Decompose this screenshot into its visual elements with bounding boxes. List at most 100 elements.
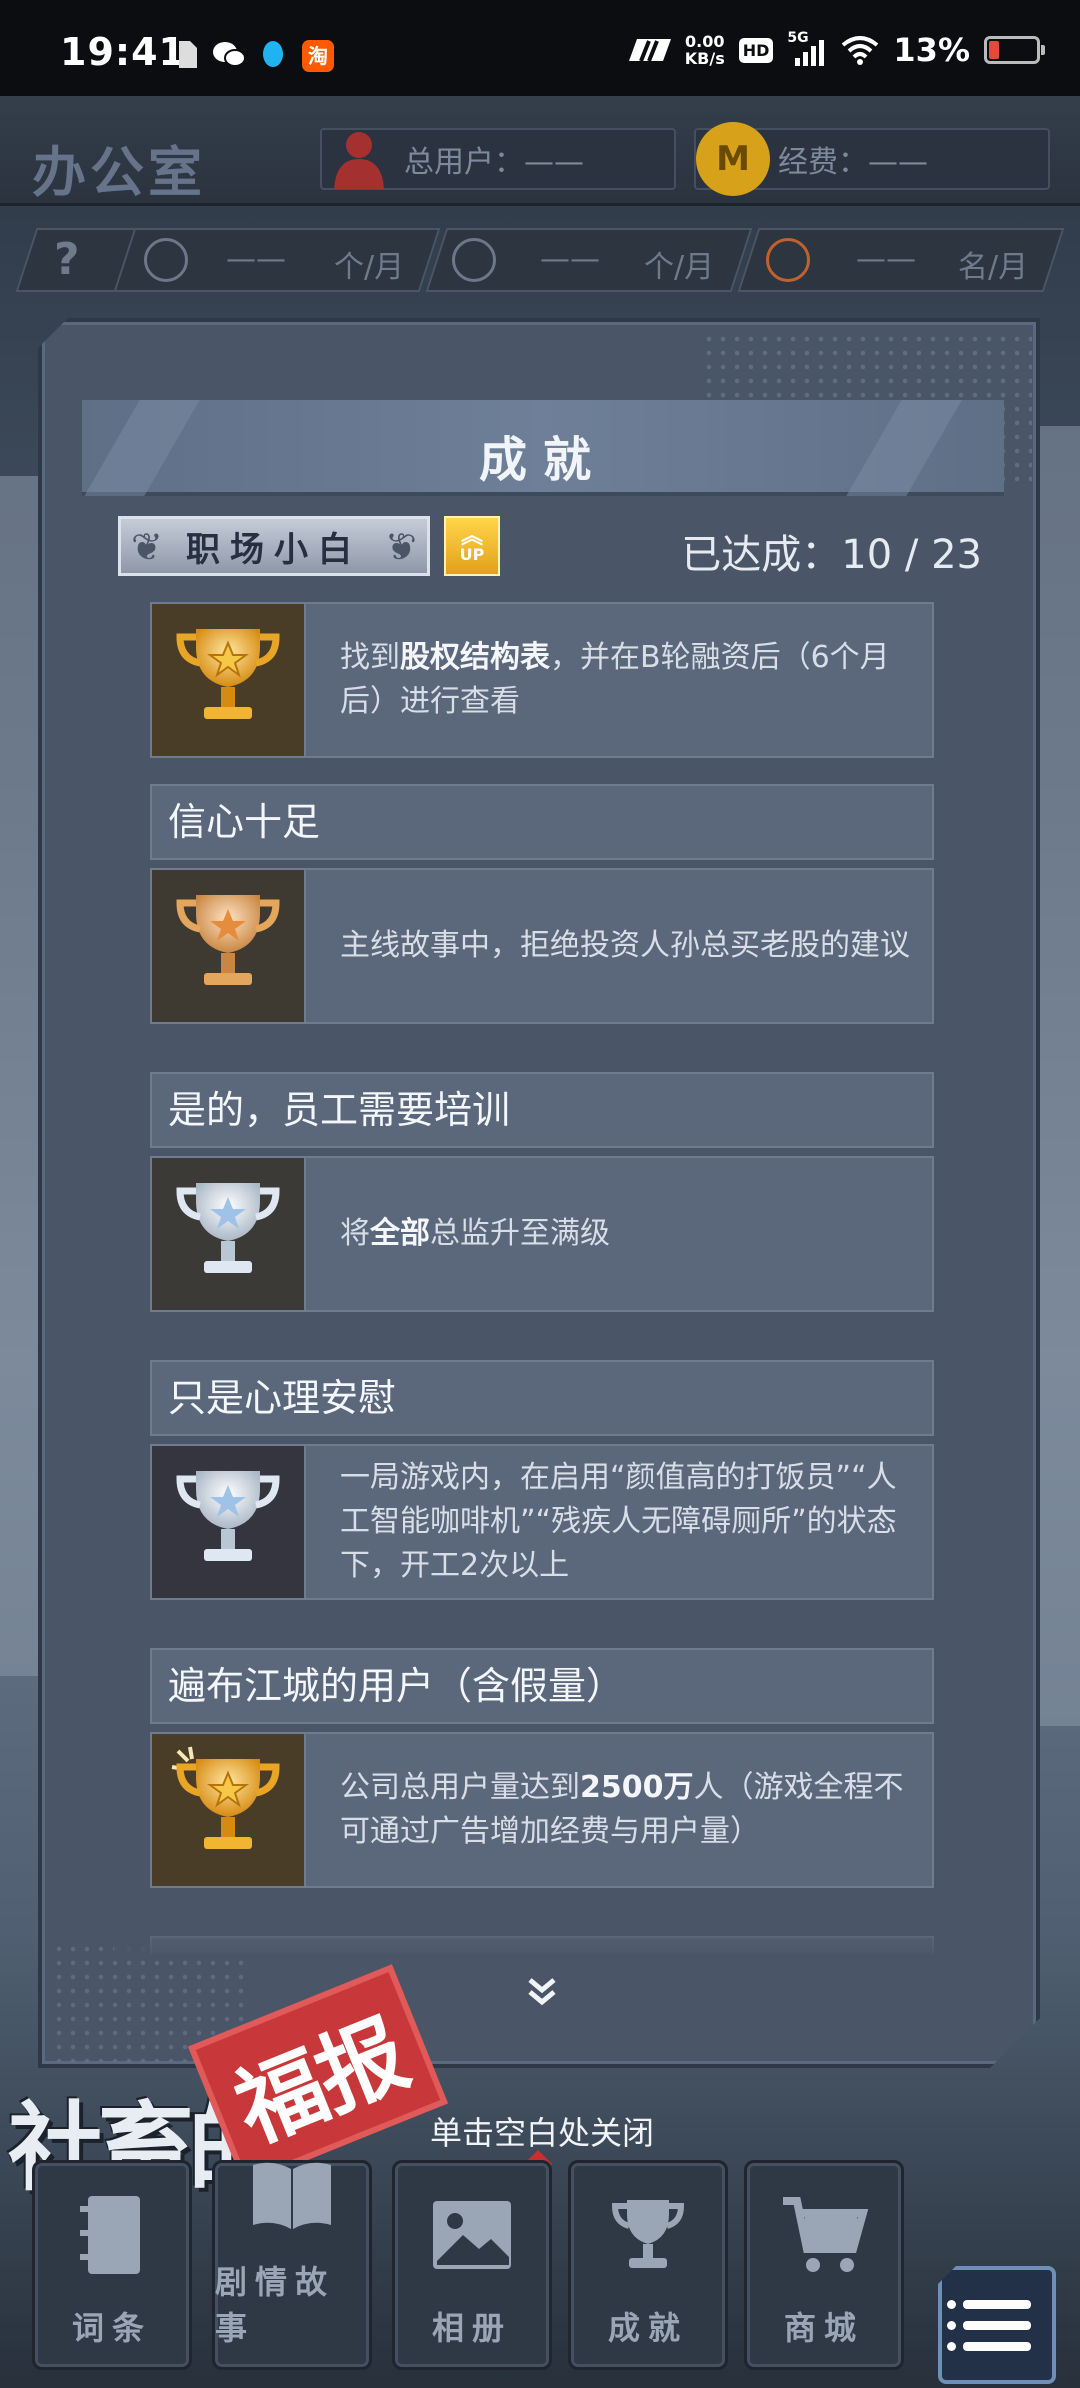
battery-percent: 13% bbox=[893, 31, 970, 69]
desc-text: 将 bbox=[340, 1216, 370, 1251]
achievement-item: 信心十足 主线故事中，拒绝投资人孙总买老股的建议 bbox=[150, 784, 934, 1024]
desc-text: 主线故事中，拒绝投资人孙总买老股的建议 bbox=[340, 928, 910, 963]
nav-achievements-button[interactable]: 成就 bbox=[568, 2160, 728, 2370]
achievement-title: 信心十足 bbox=[150, 784, 934, 860]
laurel-right-icon: ❦ bbox=[375, 525, 417, 569]
signal-icon: 5G bbox=[787, 30, 827, 66]
lightbulb-icon bbox=[144, 238, 188, 282]
menu-line bbox=[947, 2341, 1031, 2351]
status-time: 19:41 bbox=[60, 30, 186, 74]
trophy-gold-icon bbox=[152, 604, 306, 756]
achievement-progress: 已达成：10 / 23 bbox=[681, 522, 982, 580]
achievement-title: 只是心理安慰 bbox=[150, 1360, 934, 1436]
menu-button[interactable] bbox=[938, 2266, 1056, 2384]
achievement-description: 公司总用户量达到2500万人（游戏全程不可通过广告增加经费与用户量） bbox=[340, 1734, 912, 1886]
sim-icon bbox=[176, 40, 202, 70]
staff-rate-unit: 名/月 bbox=[958, 250, 1029, 285]
achievement-body: 主线故事中，拒绝投资人孙总买老股的建议 bbox=[150, 868, 934, 1024]
achievement-item: 是的，员工需要培训 将全部总监升至满级 bbox=[150, 1072, 934, 1312]
chevron-up-icon: ︽ bbox=[460, 524, 483, 549]
list-fade bbox=[114, 1910, 970, 1960]
trophy-icon bbox=[602, 2189, 694, 2281]
rank-up-button[interactable]: ︽ UP bbox=[444, 516, 500, 576]
progress-prefix: 已达成： bbox=[681, 532, 842, 578]
achievement-item: 只是心理安慰 一局游戏内，在启用“颜值高的打饭员”“人工智能咖啡机”“残疾人无障… bbox=[150, 1360, 934, 1600]
staff-rate-value: —— bbox=[856, 242, 916, 277]
status-bar: 19:41 淘 0.00 KB/s HD 5G 13% bbox=[0, 0, 1080, 96]
nav-label: 词条 bbox=[71, 2309, 152, 2347]
nav-album-button[interactable]: 相册 bbox=[392, 2160, 552, 2370]
rank-badge[interactable]: ❦ 职场小白 ❦ bbox=[118, 516, 430, 576]
total-users-stat[interactable]: 总用户：—— bbox=[320, 128, 676, 190]
wechat-icon bbox=[212, 40, 248, 70]
achievements-modal: 成就 ❦ 职场小白 ❦ ︽ UP 已达成：10 / 23 找到股权结构表，并在B… bbox=[38, 318, 1040, 2068]
tech-rate-unit: 个/月 bbox=[644, 250, 715, 285]
achievement-body: 将全部总监升至满级 bbox=[150, 1156, 934, 1312]
desc-text: 公司总用户量达到 bbox=[340, 1770, 580, 1805]
qq-icon bbox=[260, 40, 286, 70]
scroll-down-icon[interactable] bbox=[522, 1972, 562, 2012]
nav-shop-button[interactable]: 商城 bbox=[744, 2160, 904, 2370]
funds-coin-icon: M bbox=[696, 122, 770, 196]
menu-line bbox=[947, 2320, 1031, 2330]
carrier-icon bbox=[628, 39, 671, 62]
ideas-rate-unit: 个/月 bbox=[334, 250, 405, 285]
trophy-bronze-icon bbox=[152, 870, 306, 1022]
nav-story-button[interactable]: 剧情故事 bbox=[212, 2160, 372, 2370]
nav-label: 成就 bbox=[607, 2309, 688, 2347]
trophy-silver-icon bbox=[152, 1446, 306, 1598]
desc-highlight: 2500万 bbox=[580, 1770, 694, 1805]
desc-text: 找到 bbox=[340, 640, 400, 675]
taobao-icon: 淘 bbox=[302, 40, 334, 72]
hd-badge: HD bbox=[738, 37, 774, 63]
achievement-description: 找到股权结构表，并在B轮融资后（6个月后）进行查看 bbox=[340, 604, 912, 756]
desc-highlight: 股权结构表 bbox=[400, 640, 550, 675]
achievement-body: 一局游戏内，在启用“颜值高的打饭员”“人工智能咖啡机”“残疾人无障碍厕所”的状态… bbox=[150, 1444, 934, 1600]
progress-value: 10 / 23 bbox=[841, 532, 982, 578]
achievement-description: 主线故事中，拒绝投资人孙总买老股的建议 bbox=[340, 870, 912, 1022]
close-hint[interactable]: 单击空白处关闭 bbox=[430, 2108, 654, 2154]
wrench-icon bbox=[452, 238, 496, 282]
nav-entries-button[interactable]: 词条 bbox=[32, 2160, 192, 2370]
achievement-description: 将全部总监升至满级 bbox=[340, 1158, 912, 1310]
achievement-body: 找到股权结构表，并在B轮融资后（6个月后）进行查看 bbox=[150, 602, 934, 758]
office-rates-bar: ? —— 个/月 —— 个/月 —— 名/月 bbox=[0, 228, 1080, 292]
achievement-title: 遍布江城的用户（含假量） bbox=[150, 1648, 934, 1724]
nav-label: 商城 bbox=[783, 2309, 864, 2347]
trophy-silver-icon bbox=[152, 1158, 306, 1310]
modal-title: 成就 bbox=[478, 432, 607, 488]
achievement-item: 遍布江城的用户（含假量） 公司总用户量达到2500万人（游戏全程不可通过广告增加… bbox=[150, 1648, 934, 1888]
laurel-left-icon: ❦ bbox=[131, 525, 173, 569]
notebook-icon bbox=[66, 2189, 158, 2281]
up-label: UP bbox=[459, 545, 485, 564]
total-users-label: 总用户：—— bbox=[404, 145, 584, 180]
office-top-bar: 办公室 总用户：—— M 经费：—— bbox=[0, 96, 1080, 206]
help-icon[interactable]: ? bbox=[54, 234, 80, 285]
funds-stat[interactable]: M 经费：—— bbox=[694, 122, 1050, 196]
signal-label: 5G bbox=[787, 30, 809, 46]
network-speed-unit: KB/s bbox=[684, 49, 725, 68]
status-right: 0.00 KB/s HD 5G 13% bbox=[623, 30, 1045, 70]
desc-highlight: 全部 bbox=[370, 1216, 430, 1251]
achievement-list[interactable]: 找到股权结构表，并在B轮融资后（6个月后）进行查看 信心十足 主线故事中，拒绝投… bbox=[114, 602, 970, 1954]
funds-label: 经费：—— bbox=[778, 145, 928, 180]
achievement-item: 找到股权结构表，并在B轮融资后（6个月后）进行查看 bbox=[150, 602, 934, 758]
desc-text: 总监升至满级 bbox=[430, 1216, 610, 1251]
cart-icon bbox=[778, 2189, 870, 2281]
ideas-rate-value: —— bbox=[226, 242, 286, 277]
wifi-icon bbox=[842, 36, 879, 65]
tech-rate-value: —— bbox=[540, 242, 600, 277]
achievement-title: 是的，员工需要培训 bbox=[150, 1072, 934, 1148]
office-title: 办公室 bbox=[32, 141, 206, 204]
nav-label: 相册 bbox=[431, 2309, 512, 2347]
book-icon bbox=[246, 2155, 338, 2235]
trophy-gold-icon bbox=[152, 1734, 306, 1886]
battery-icon bbox=[984, 36, 1045, 64]
users-icon bbox=[322, 122, 396, 196]
desc-text: 一局游戏内，在启用“颜值高的打饭员”“人工智能咖啡机”“残疾人无障碍厕所”的状态… bbox=[340, 1460, 897, 1583]
person-icon bbox=[766, 238, 810, 282]
photo-icon bbox=[426, 2189, 518, 2281]
nav-label: 剧情故事 bbox=[215, 2263, 336, 2347]
achievement-body: 公司总用户量达到2500万人（游戏全程不可通过广告增加经费与用户量） bbox=[150, 1732, 934, 1888]
logo-stamp: 福报 bbox=[187, 1964, 449, 2186]
